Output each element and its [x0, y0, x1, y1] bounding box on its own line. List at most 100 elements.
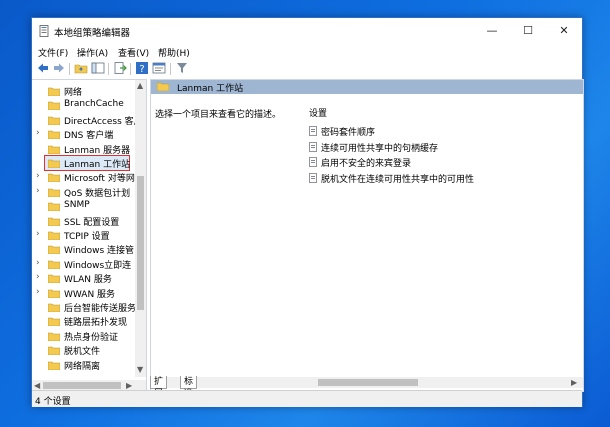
tree-item[interactable]: Windows 连接管 [32, 242, 134, 256]
settings-column-header[interactable]: 设置 [309, 106, 327, 119]
policy-setting-icon [309, 126, 317, 136]
setting-label: 启用不安全的来宾登录 [321, 159, 412, 169]
status-bar: 4 个设置 [32, 390, 582, 407]
scroll-up-icon[interactable]: ▲ [137, 81, 143, 90]
tree-item[interactable]: 网络 [32, 84, 134, 98]
tree-item-label: DirectAccess 客户 [64, 116, 143, 127]
menu-file[interactable]: 文件(F) [38, 46, 68, 59]
menu-help[interactable]: 帮助(H) [158, 46, 190, 59]
details-pane: Lanman 工作站 选择一个项目来查看它的描述。 设置 密码套件顺序 连续可用性… [150, 79, 584, 392]
expand-chevron-icon[interactable]: › [36, 186, 40, 196]
tree-item[interactable]: Lanman 服务器 [32, 142, 134, 156]
title-bar[interactable]: 本地组策略编辑器 — ☐ ✕ [32, 18, 582, 44]
folder-icon [48, 188, 60, 197]
tree-item[interactable]: Lanman 工作站 [44, 155, 131, 171]
tree-vertical-scrollbar[interactable]: ▲ ▼ [135, 80, 146, 377]
scroll-left-icon[interactable]: ◀ [34, 381, 40, 390]
tree-item-label: QoS 数据包计划 [64, 188, 131, 199]
policy-setting-icon [309, 172, 317, 183]
tree-item[interactable]: › WWAN 服务 [32, 286, 134, 300]
tree-item[interactable]: 后台智能传送服务 [32, 300, 136, 314]
tree-item-label: Windows 连接管 [64, 246, 135, 257]
tree-item[interactable]: 脱机文件 [32, 343, 134, 357]
tree-hscroll-thumb[interactable] [43, 382, 121, 389]
tree-item-label: Lanman 服务器 [64, 145, 131, 156]
expand-chevron-icon[interactable]: › [36, 128, 40, 138]
help-icon[interactable]: ? [135, 61, 149, 75]
export-list-icon[interactable] [113, 61, 127, 75]
folder-icon [157, 82, 169, 91]
scroll-right-icon[interactable]: ▶ [571, 378, 577, 387]
details-horizontal-scrollbar[interactable]: ◀ ▶ [151, 377, 583, 388]
up-folder-icon[interactable] [74, 61, 88, 75]
expand-chevron-icon[interactable]: › [36, 229, 40, 239]
tree-item[interactable]: 链路层拓扑发现 [32, 314, 134, 328]
tree-item[interactable]: › QoS 数据包计划 [32, 185, 134, 199]
tree-item[interactable]: › Microsoft 对等网 [32, 170, 135, 185]
scroll-right-icon[interactable]: ▶ [126, 381, 132, 390]
setting-label: 密码套件顺序 [321, 128, 376, 138]
filter-icon[interactable] [175, 61, 189, 75]
folder-icon [48, 159, 60, 168]
folder-icon [48, 102, 60, 111]
folder-icon [48, 332, 60, 341]
tree-item-label: SSL 配置设置 [64, 217, 120, 228]
tree-item-label: Microsoft 对等网 [64, 174, 135, 185]
tree-item-label: DNS 客户端 [64, 131, 114, 142]
tab-standard[interactable]: 标准 [180, 376, 198, 399]
policy-setting-icon [309, 141, 317, 152]
scroll-down-icon[interactable]: ▼ [137, 365, 143, 374]
close-button[interactable]: ✕ [546, 18, 582, 44]
expand-chevron-icon[interactable]: › [36, 171, 40, 181]
folder-icon [48, 318, 60, 327]
forward-arrow-icon[interactable] [52, 61, 66, 75]
folder-icon [48, 274, 60, 284]
folder-icon [48, 116, 60, 125]
properties-icon[interactable] [152, 61, 166, 75]
menu-action[interactable]: 操作(A) [77, 46, 108, 59]
tree-item-label: 网络隔离 [64, 361, 101, 372]
tree-item[interactable]: DirectAccess 客户 [32, 113, 143, 127]
folder-icon [48, 289, 60, 298]
tree-item[interactable]: 网络隔离 [32, 358, 134, 372]
toolbar-separator [130, 63, 131, 75]
tree-item-label: BranchCache [64, 99, 124, 110]
tree-item[interactable]: 热点身份验证 [32, 329, 134, 343]
tree-item-label: Lanman 工作站 [64, 160, 131, 170]
tree-item[interactable]: › WLAN 服务 [32, 271, 134, 285]
window-title: 本地组策略编辑器 [54, 28, 131, 39]
folder-icon [48, 87, 60, 96]
folder-icon [48, 231, 60, 240]
menu-view[interactable]: 查看(V) [118, 46, 149, 59]
tree-scroll-thumb[interactable] [137, 176, 144, 310]
expand-chevron-icon[interactable]: › [36, 287, 40, 297]
tree-item[interactable]: › DNS 客户端 [32, 127, 134, 141]
svg-text:?: ? [139, 64, 144, 75]
tree-item-label: 热点身份验证 [64, 332, 119, 343]
maximize-button[interactable]: ☐ [510, 18, 546, 44]
status-text: 4 个设置 [35, 397, 71, 407]
expand-chevron-icon[interactable]: › [36, 258, 40, 268]
tree-item-label: Windows立即连 [64, 260, 132, 271]
expand-chevron-icon[interactable]: › [36, 272, 40, 282]
folder-icon [48, 346, 60, 356]
folder-icon [48, 361, 60, 370]
minimize-button[interactable]: — [474, 18, 510, 44]
tree-item-label: SNMP [64, 200, 90, 211]
tree-item[interactable]: SSL 配置设置 [32, 214, 134, 228]
details-hscroll-thumb[interactable] [318, 379, 418, 386]
tree-item-label: WLAN 服务 [64, 275, 112, 286]
folder-icon [48, 174, 60, 183]
back-arrow-icon[interactable] [36, 61, 50, 75]
details-header: Lanman 工作站 [151, 80, 583, 94]
description-text: 选择一个项目来查看它的描述。 [155, 110, 282, 120]
tree-item[interactable]: › TCPIP 设置 [32, 228, 134, 242]
tree-item[interactable]: › Windows立即连 [32, 257, 134, 271]
tree-item[interactable]: BranchCache [32, 98, 134, 112]
tree-item[interactable]: SNMP [32, 199, 134, 213]
folder-icon [48, 246, 60, 255]
settings-list: 设置 密码套件顺序 连续可用性共享中的句柄缓存 启用不安全的来宾登录 脱机文件在连续可… [299, 94, 583, 360]
folder-icon [48, 303, 60, 312]
show-hide-tree-icon[interactable] [91, 61, 105, 75]
tab-extended[interactable]: 扩展 [150, 376, 168, 399]
